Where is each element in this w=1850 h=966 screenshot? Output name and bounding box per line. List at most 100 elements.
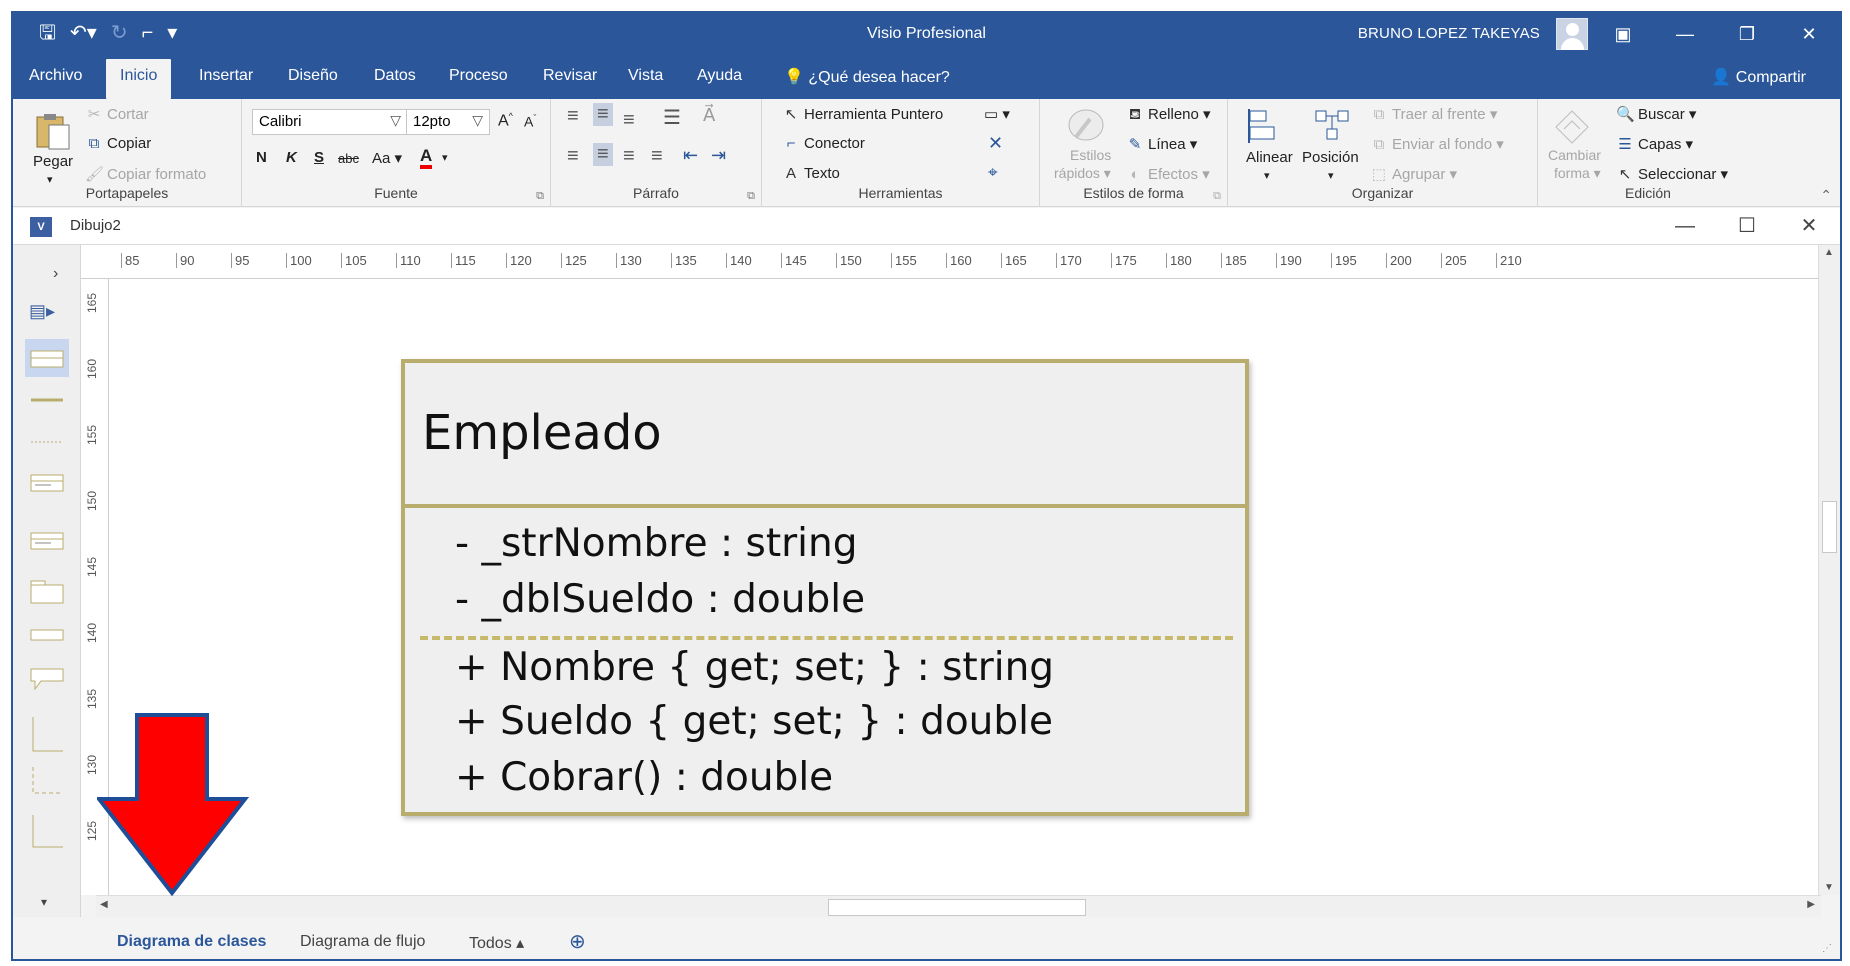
position-icon[interactable] bbox=[1312, 107, 1352, 147]
tab-proceso[interactable]: Proceso bbox=[449, 67, 508, 85]
justify-icon[interactable]: ≡ bbox=[651, 145, 663, 168]
quick-styles-button[interactable]: Estilos bbox=[1070, 147, 1111, 163]
effects-button[interactable]: ◐ Efectos ▾ bbox=[1126, 165, 1209, 183]
paste-icon[interactable] bbox=[33, 111, 73, 151]
page-tab-todos[interactable]: Todos ▴ bbox=[469, 933, 524, 953]
avatar[interactable] bbox=[1556, 18, 1588, 50]
align-top-icon[interactable]: ≡ bbox=[567, 105, 579, 128]
tab-datos[interactable]: Datos bbox=[374, 67, 416, 85]
tab-diseno[interactable]: Diseño bbox=[288, 67, 338, 85]
x-connection-point-icon[interactable]: ✕ bbox=[988, 133, 1003, 154]
close-icon[interactable]: ✕ bbox=[1778, 13, 1840, 55]
format-painter-button[interactable]: 🖌 Copiar formato bbox=[85, 165, 206, 183]
align-button[interactable]: Alinear bbox=[1246, 149, 1293, 166]
change-shape-button[interactable]: Cambiar bbox=[1548, 147, 1601, 163]
position-dropdown-icon[interactable]: ▾ bbox=[1328, 169, 1334, 182]
bullets-icon[interactable]: ☰ bbox=[663, 105, 681, 130]
inheritance-connector-icon[interactable] bbox=[29, 813, 65, 853]
align-right-icon[interactable]: ≡ bbox=[623, 145, 635, 168]
dependency-connector-icon[interactable] bbox=[29, 765, 65, 805]
tab-archivo[interactable]: Archivo bbox=[29, 67, 82, 85]
uml-attribute[interactable]: - _strNombre : string bbox=[455, 521, 857, 566]
collapse-ribbon-icon[interactable]: ⌃ bbox=[1820, 187, 1832, 204]
grow-font-icon[interactable]: A^ bbox=[498, 111, 513, 130]
tab-vista[interactable]: Vista bbox=[628, 67, 663, 85]
page-tab-diagrama-flujo[interactable]: Diagrama de flujo bbox=[300, 933, 425, 951]
vertical-scroll-thumb[interactable] bbox=[1822, 501, 1837, 553]
align-bottom-icon[interactable]: ≡ bbox=[623, 109, 635, 132]
copy-button[interactable]: ⧉ Copiar bbox=[85, 135, 152, 152]
uml-operation[interactable]: + Cobrar() : double bbox=[455, 755, 833, 800]
change-shape-button-2[interactable]: forma ▾ bbox=[1554, 165, 1601, 182]
font-color-dropdown-icon[interactable]: ▾ bbox=[442, 151, 448, 164]
rectangle-shape-icon[interactable]: ▭ ▾ bbox=[984, 105, 1010, 123]
find-button[interactable]: 🔍 Buscar ▾ bbox=[1616, 105, 1696, 123]
line-button[interactable]: ✎ Línea ▾ bbox=[1126, 135, 1198, 153]
select-button[interactable]: ↖ Seleccionar ▾ bbox=[1616, 165, 1728, 183]
crop-tool-icon[interactable]: ⌖ bbox=[988, 163, 998, 183]
add-page-icon[interactable]: ⊕ bbox=[569, 929, 586, 954]
ribbon-display-options-icon[interactable]: ▣ bbox=[1592, 13, 1654, 55]
dialog-launcher-icon[interactable]: ⧉ bbox=[747, 190, 755, 203]
decrease-indent-icon[interactable]: ⇤ bbox=[683, 145, 698, 166]
bring-to-front-button[interactable]: ⧉ Traer al frente ▾ bbox=[1370, 105, 1498, 123]
resize-grip-icon[interactable]: ⋰ bbox=[1822, 943, 1832, 954]
horizontal-scrollbar[interactable]: ◀ ▶ bbox=[96, 895, 1821, 917]
pointer-tool-button[interactable]: ↖ Herramienta Puntero bbox=[782, 105, 944, 123]
cut-button[interactable]: ✂ Cortar bbox=[85, 105, 149, 123]
tab-revisar[interactable]: Revisar bbox=[543, 67, 597, 85]
position-button[interactable]: Posición bbox=[1302, 149, 1359, 166]
tab-inicio[interactable]: Inicio bbox=[106, 59, 172, 99]
separator-shape-icon[interactable] bbox=[29, 435, 65, 459]
connector-button[interactable]: ⌐ Conector bbox=[782, 135, 865, 152]
uml-operation[interactable]: + Nombre { get; set; } : string bbox=[455, 645, 1054, 690]
association-connector-icon[interactable] bbox=[29, 715, 65, 755]
doc-close-icon[interactable]: ✕ bbox=[1778, 208, 1840, 245]
underline-button[interactable]: S bbox=[314, 149, 324, 166]
layers-button[interactable]: ☰ Capas ▾ bbox=[1616, 135, 1693, 153]
align-shapes-icon[interactable] bbox=[1244, 107, 1284, 147]
uml-class-shape[interactable]: Empleado - _strNombre : string - _dblSue… bbox=[401, 359, 1249, 816]
shrink-font-icon[interactable]: Aˇ bbox=[524, 113, 536, 130]
scroll-down-icon[interactable]: ▼ bbox=[1824, 882, 1834, 893]
stencil-menu-icon[interactable]: ▤▸ bbox=[29, 301, 55, 322]
send-to-back-button[interactable]: ⧉ Enviar al fondo ▾ bbox=[1370, 135, 1504, 153]
change-shape-icon[interactable] bbox=[1552, 107, 1592, 147]
dialog-launcher-icon[interactable]: ⧉ bbox=[1213, 190, 1221, 203]
restore-icon[interactable]: ❐ bbox=[1716, 13, 1778, 55]
vertical-scrollbar[interactable]: ▲ ▼ bbox=[1818, 245, 1840, 895]
tab-insertar[interactable]: Insertar bbox=[199, 67, 253, 85]
share-button[interactable]: 👤 Compartir bbox=[1711, 67, 1806, 87]
align-middle-icon[interactable]: ≡ bbox=[593, 103, 613, 126]
uml-class-name[interactable]: Empleado bbox=[422, 405, 662, 461]
dialog-launcher-icon[interactable]: ⧉ bbox=[536, 190, 544, 203]
font-size-select[interactable]: 12pto ▽ bbox=[406, 109, 490, 135]
align-left-icon[interactable]: ≡ bbox=[567, 145, 579, 168]
scroll-shapes-down-icon[interactable]: ▾ bbox=[41, 895, 47, 909]
scroll-right-icon[interactable]: ▶ bbox=[1807, 899, 1815, 910]
note-shape-icon[interactable] bbox=[29, 667, 65, 691]
scroll-up-icon[interactable]: ▲ bbox=[1824, 247, 1834, 258]
expand-shapes-icon[interactable]: › bbox=[53, 265, 58, 283]
change-case-button[interactable]: Aa ▾ bbox=[372, 149, 402, 167]
font-name-select[interactable]: Calibri ▽ bbox=[252, 109, 408, 135]
datatype-shape-icon[interactable] bbox=[29, 627, 65, 651]
uml-operation[interactable]: + Sueldo { get; set; } : double bbox=[455, 699, 1053, 744]
tab-ayuda[interactable]: Ayuda bbox=[697, 67, 742, 85]
text-direction-icon[interactable]: A⃗ bbox=[703, 105, 715, 126]
font-color-icon[interactable]: A bbox=[420, 147, 433, 169]
group-button[interactable]: ⬚ Agrupar ▾ bbox=[1370, 165, 1457, 183]
quick-styles-button-2[interactable]: rápidos ▾ bbox=[1054, 165, 1111, 182]
package-shape-icon[interactable] bbox=[29, 579, 65, 604]
fill-button[interactable]: ⛾ Relleno ▾ bbox=[1126, 105, 1211, 125]
bold-button[interactable]: N bbox=[256, 149, 267, 166]
horizontal-scroll-thumb[interactable] bbox=[828, 899, 1086, 916]
paste-button[interactable]: Pegar bbox=[33, 153, 73, 170]
text-tool-button[interactable]: A Texto bbox=[782, 165, 840, 182]
doc-minimize-icon[interactable]: — bbox=[1654, 208, 1716, 245]
quick-styles-icon[interactable] bbox=[1066, 107, 1106, 147]
member-shape-icon[interactable] bbox=[29, 393, 65, 417]
user-name[interactable]: BRUNO LOPEZ TAKEYAS bbox=[1358, 25, 1540, 42]
align-center-icon[interactable]: ≡ bbox=[593, 143, 613, 166]
scroll-left-icon[interactable]: ◀ bbox=[100, 899, 108, 910]
